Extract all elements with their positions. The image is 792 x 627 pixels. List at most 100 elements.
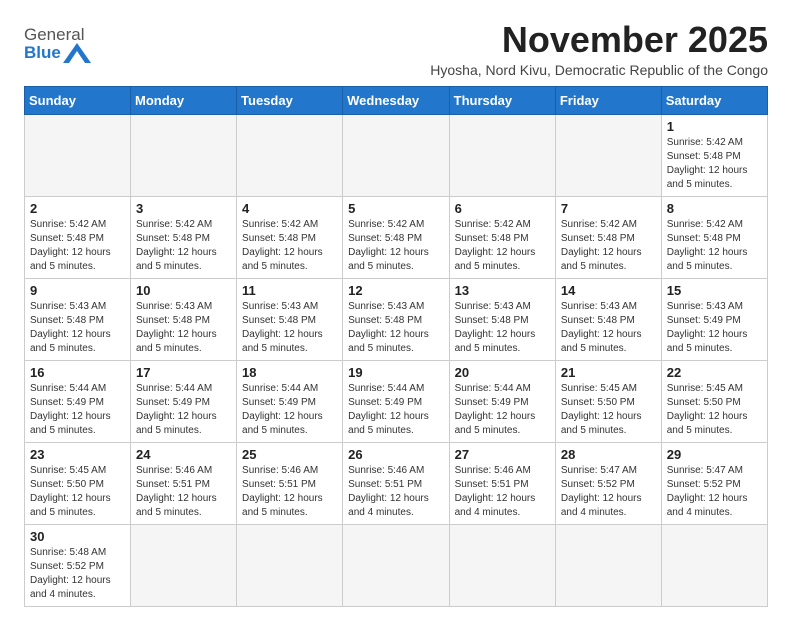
calendar-cell-6-2 [131, 524, 237, 606]
day-number: 18 [242, 365, 337, 380]
day-info: Sunrise: 5:47 AM Sunset: 5:52 PM Dayligh… [667, 464, 762, 520]
day-number: 24 [136, 447, 231, 462]
logo-blue: Blue [24, 43, 61, 63]
calendar-header-tuesday: Tuesday [237, 86, 343, 114]
calendar-cell-3-2: 10 Sunrise: 5:43 AM Sunset: 5:48 PM Dayli… [131, 278, 237, 360]
day-number: 8 [667, 201, 762, 216]
day-number: 28 [561, 447, 656, 462]
calendar-cell-4-3: 18Sunrise: 5:44 AM Sunset: 5:49 PM Dayli… [237, 360, 343, 442]
calendar-cell-1-7: 1 Sunrise: 5:42 AM Sunset: 5:48 PM Daylig… [661, 114, 767, 196]
calendar-cell-2-4: 5 Sunrise: 5:42 AM Sunset: 5:48 PM Daylig… [343, 196, 449, 278]
day-info: Sunrise: 5:45 AM Sunset: 5:50 PM Dayligh… [561, 382, 656, 438]
calendar-cell-5-7: 29Sunrise: 5:47 AM Sunset: 5:52 PM Dayli… [661, 442, 767, 524]
calendar-cell-4-2: 17Sunrise: 5:44 AM Sunset: 5:49 PM Dayli… [131, 360, 237, 442]
day-info: Sunrise: 5:43 AM Sunset: 5:48 PM Dayligh… [348, 300, 443, 356]
calendar-cell-1-1 [25, 114, 131, 196]
calendar-cell-6-3 [237, 524, 343, 606]
day-number: 6 [455, 201, 550, 216]
calendar-cell-5-1: 23Sunrise: 5:45 AM Sunset: 5:50 PM Dayli… [25, 442, 131, 524]
calendar-week-row-5: 23Sunrise: 5:45 AM Sunset: 5:50 PM Dayli… [25, 442, 768, 524]
calendar-cell-6-5 [449, 524, 555, 606]
day-number: 16 [30, 365, 125, 380]
logo-text: General Blue [24, 26, 91, 63]
day-info: Sunrise: 5:46 AM Sunset: 5:51 PM Dayligh… [136, 464, 231, 520]
calendar-cell-1-3 [237, 114, 343, 196]
day-number: 14 [561, 283, 656, 298]
day-info: Sunrise: 5:46 AM Sunset: 5:51 PM Dayligh… [242, 464, 337, 520]
subtitle: Hyosha, Nord Kivu, Democratic Republic o… [430, 62, 768, 78]
day-number: 12 [348, 283, 443, 298]
calendar-header-sunday: Sunday [25, 86, 131, 114]
day-number: 9 [30, 283, 125, 298]
day-number: 4 [242, 201, 337, 216]
calendar-cell-1-4 [343, 114, 449, 196]
calendar-cell-4-7: 22 Sunrise: 5:45 AM Sunset: 5:50 PM Dayli… [661, 360, 767, 442]
day-number: 25 [242, 447, 337, 462]
calendar-cell-6-6 [555, 524, 661, 606]
calendar-week-row-4: 16 Sunrise: 5:44 AM Sunset: 5:49 PM Dayli… [25, 360, 768, 442]
logo: General Blue [24, 26, 91, 63]
calendar-cell-2-5: 6 Sunrise: 5:42 AM Sunset: 5:48 PM Daylig… [449, 196, 555, 278]
calendar-header-wednesday: Wednesday [343, 86, 449, 114]
calendar-cell-6-1: 30 Sunrise: 5:48 AM Sunset: 5:52 PM Dayli… [25, 524, 131, 606]
calendar-cell-2-2: 3 Sunrise: 5:42 AM Sunset: 5:48 PM Daylig… [131, 196, 237, 278]
calendar-week-row-6: 30 Sunrise: 5:48 AM Sunset: 5:52 PM Dayli… [25, 524, 768, 606]
day-number: 5 [348, 201, 443, 216]
day-info: Sunrise: 5:47 AM Sunset: 5:52 PM Dayligh… [561, 464, 656, 520]
calendar-header-thursday: Thursday [449, 86, 555, 114]
calendar-cell-1-6 [555, 114, 661, 196]
day-number: 23 [30, 447, 125, 462]
day-number: 10 [136, 283, 231, 298]
day-info: Sunrise: 5:43 AM Sunset: 5:48 PM Dayligh… [136, 300, 231, 356]
day-info: Sunrise: 5:43 AM Sunset: 5:48 PM Dayligh… [455, 300, 550, 356]
day-info: Sunrise: 5:42 AM Sunset: 5:48 PM Dayligh… [667, 136, 762, 192]
day-info: Sunrise: 5:43 AM Sunset: 5:49 PM Dayligh… [667, 300, 762, 356]
title-block: November 2025 Hyosha, Nord Kivu, Democra… [430, 20, 768, 78]
calendar-cell-5-4: 26 Sunrise: 5:46 AM Sunset: 5:51 PM Dayli… [343, 442, 449, 524]
calendar-cell-5-3: 25 Sunrise: 5:46 AM Sunset: 5:51 PM Dayli… [237, 442, 343, 524]
day-number: 13 [455, 283, 550, 298]
calendar-cell-4-5: 20Sunrise: 5:44 AM Sunset: 5:49 PM Dayli… [449, 360, 555, 442]
day-number: 15 [667, 283, 762, 298]
day-number: 17 [136, 365, 231, 380]
calendar-cell-6-4 [343, 524, 449, 606]
day-number: 1 [667, 119, 762, 134]
calendar-header-monday: Monday [131, 86, 237, 114]
day-info: Sunrise: 5:44 AM Sunset: 5:49 PM Dayligh… [455, 382, 550, 438]
day-number: 26 [348, 447, 443, 462]
day-number: 11 [242, 283, 337, 298]
calendar-cell-5-6: 28 Sunrise: 5:47 AM Sunset: 5:52 PM Dayli… [555, 442, 661, 524]
day-info: Sunrise: 5:45 AM Sunset: 5:50 PM Dayligh… [667, 382, 762, 438]
calendar-header-row: SundayMondayTuesdayWednesdayThursdayFrid… [25, 86, 768, 114]
calendar-cell-1-2 [131, 114, 237, 196]
day-info: Sunrise: 5:46 AM Sunset: 5:51 PM Dayligh… [348, 464, 443, 520]
day-info: Sunrise: 5:43 AM Sunset: 5:48 PM Dayligh… [561, 300, 656, 356]
calendar-week-row-3: 9 Sunrise: 5:43 AM Sunset: 5:48 PM Daylig… [25, 278, 768, 360]
calendar-cell-3-7: 15 Sunrise: 5:43 AM Sunset: 5:49 PM Dayli… [661, 278, 767, 360]
day-number: 22 [667, 365, 762, 380]
calendar-cell-2-6: 7Sunrise: 5:42 AM Sunset: 5:48 PM Daylig… [555, 196, 661, 278]
header: General Blue November 2025 Hyosha, Nord … [24, 20, 768, 78]
calendar-week-row-2: 2 Sunrise: 5:42 AM Sunset: 5:48 PM Daylig… [25, 196, 768, 278]
logo-icon [63, 43, 91, 63]
day-number: 19 [348, 365, 443, 380]
month-title: November 2025 [430, 20, 768, 60]
logo-general: General [24, 25, 84, 44]
calendar-cell-3-6: 14 Sunrise: 5:43 AM Sunset: 5:48 PM Dayli… [555, 278, 661, 360]
day-info: Sunrise: 5:42 AM Sunset: 5:48 PM Dayligh… [348, 218, 443, 274]
day-number: 30 [30, 529, 125, 544]
day-number: 3 [136, 201, 231, 216]
calendar-cell-4-6: 21Sunrise: 5:45 AM Sunset: 5:50 PM Dayli… [555, 360, 661, 442]
day-info: Sunrise: 5:43 AM Sunset: 5:48 PM Dayligh… [242, 300, 337, 356]
day-info: Sunrise: 5:42 AM Sunset: 5:48 PM Dayligh… [667, 218, 762, 274]
day-info: Sunrise: 5:48 AM Sunset: 5:52 PM Dayligh… [30, 546, 125, 602]
calendar-cell-3-3: 11 Sunrise: 5:43 AM Sunset: 5:48 PM Dayli… [237, 278, 343, 360]
calendar-cell-5-5: 27Sunrise: 5:46 AM Sunset: 5:51 PM Dayli… [449, 442, 555, 524]
day-number: 2 [30, 201, 125, 216]
calendar-cell-4-4: 19Sunrise: 5:44 AM Sunset: 5:49 PM Dayli… [343, 360, 449, 442]
day-info: Sunrise: 5:43 AM Sunset: 5:48 PM Dayligh… [30, 300, 125, 356]
day-info: Sunrise: 5:42 AM Sunset: 5:48 PM Dayligh… [561, 218, 656, 274]
day-info: Sunrise: 5:42 AM Sunset: 5:48 PM Dayligh… [455, 218, 550, 274]
calendar-cell-2-7: 8 Sunrise: 5:42 AM Sunset: 5:48 PM Daylig… [661, 196, 767, 278]
day-info: Sunrise: 5:42 AM Sunset: 5:48 PM Dayligh… [136, 218, 231, 274]
